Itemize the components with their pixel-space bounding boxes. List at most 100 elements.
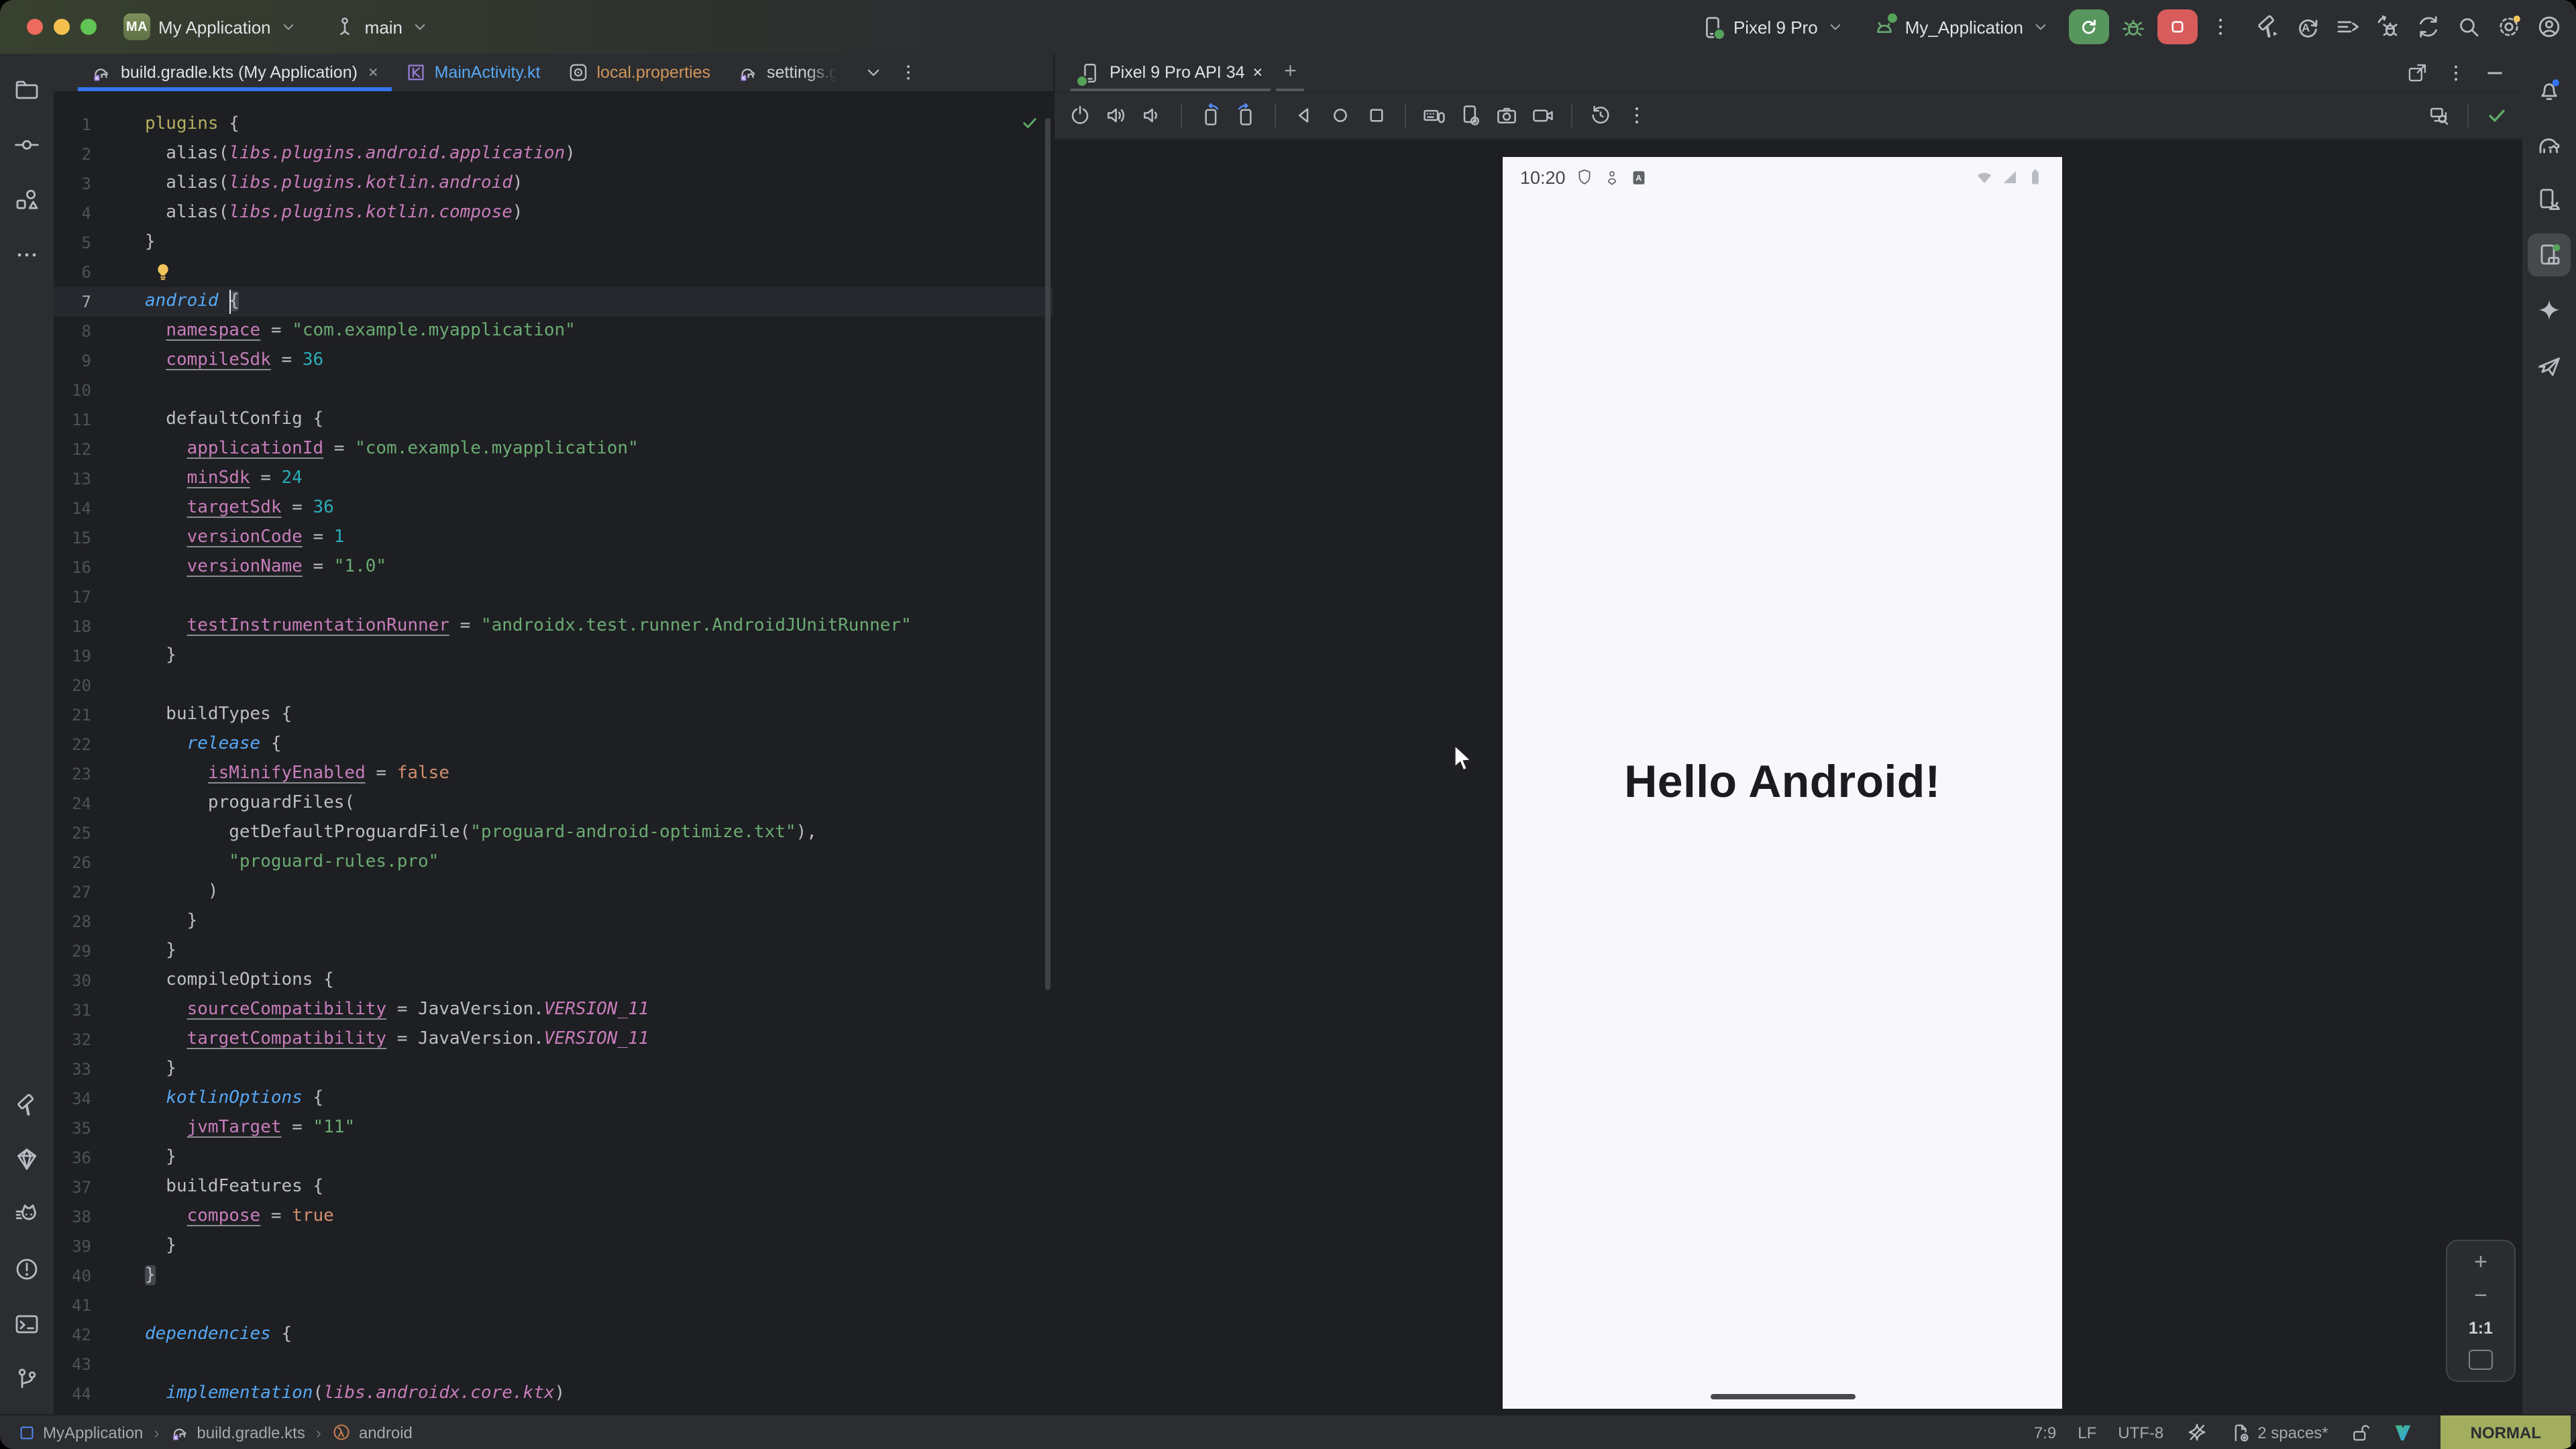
editor-scrollbar[interactable] (1045, 118, 1051, 990)
volume-up-icon[interactable] (1104, 103, 1128, 127)
attach-debugger-icon[interactable] (2375, 13, 2402, 40)
code-line-21[interactable]: 21 buildTypes { (54, 700, 1053, 730)
line-number[interactable]: 9 (54, 346, 113, 376)
rotate-left-icon[interactable] (1198, 103, 1222, 127)
code-line-37[interactable]: 37 buildFeatures { (54, 1173, 1053, 1202)
tool-window-button-build-hammer[interactable] (5, 1082, 48, 1125)
line-number[interactable]: 6 (54, 258, 113, 287)
zoom-in-button[interactable]: + (2474, 1252, 2487, 1273)
device-selector[interactable]: Pixel 9 Pro (1692, 10, 1853, 44)
line-number[interactable]: 3 (54, 169, 113, 199)
file-encoding[interactable]: UTF-8 (2118, 1423, 2163, 1442)
tool-window-button-project[interactable] (5, 68, 48, 111)
line-number[interactable]: 5 (54, 228, 113, 258)
tab-pixel-9-pro-api-34[interactable]: Pixel 9 Pro API 34 × (1068, 54, 1273, 91)
tool-window-button-device-manager[interactable] (2528, 178, 2571, 221)
code-line-25[interactable]: 25 getDefaultProguardFile("proguard-andr… (54, 818, 1053, 848)
breadcrumb-module[interactable]: MyApplication (17, 1423, 143, 1442)
tab-build-gradle-kts[interactable]: K build.gradle.kts (My Application) × (78, 54, 392, 91)
line-number[interactable]: 19 (54, 641, 113, 671)
code-line-6[interactable]: 6 (54, 258, 1053, 287)
more-actions-button[interactable] (2208, 15, 2233, 39)
line-number[interactable]: 10 (54, 376, 113, 405)
project-selector[interactable]: MA My Application (115, 9, 306, 44)
ui-check-icon[interactable] (2427, 103, 2451, 127)
code-line-10[interactable]: 10 (54, 376, 1053, 405)
hide-icon[interactable] (2483, 61, 2506, 84)
code-line-39[interactable]: 39 } (54, 1232, 1053, 1261)
reset-icon[interactable] (1589, 103, 1613, 127)
screenshot-icon[interactable] (1495, 103, 1519, 127)
code-line-23[interactable]: 23 isMinifyEnabled = false (54, 759, 1053, 789)
code-line-13[interactable]: 13 minSdk = 24 (54, 464, 1053, 494)
search-everywhere-icon[interactable] (2455, 13, 2482, 40)
line-number[interactable]: 36 (54, 1143, 113, 1173)
code-line-36[interactable]: 36 } (54, 1143, 1053, 1173)
home-icon[interactable] (1328, 103, 1352, 127)
tab-options-button[interactable] (898, 62, 919, 83)
close-window-button[interactable] (27, 19, 43, 35)
code-line-38[interactable]: 38 compose = true (54, 1202, 1053, 1232)
show-hidden-tabs-button[interactable] (863, 62, 884, 83)
more-v-icon[interactable] (2445, 61, 2467, 84)
line-number[interactable]: 42 (54, 1320, 113, 1350)
line-number[interactable]: 4 (54, 199, 113, 228)
zoom-out-button[interactable]: − (2474, 1285, 2487, 1307)
line-number[interactable]: 39 (54, 1232, 113, 1261)
tab-local-properties[interactable]: local.properties (554, 54, 724, 91)
line-number[interactable]: 13 (54, 464, 113, 494)
navigation-handle[interactable] (1710, 1393, 1855, 1399)
apply-code-changes-icon[interactable] (2334, 13, 2361, 40)
rotate-right-icon[interactable] (1234, 103, 1258, 127)
line-number[interactable]: 16 (54, 553, 113, 582)
settings-icon[interactable] (2496, 13, 2522, 40)
tool-window-button-gradle[interactable] (2528, 123, 2571, 166)
code-line-18[interactable]: 18 testInstrumentationRunner = "androidx… (54, 612, 1053, 641)
code-line-34[interactable]: 34 kotlinOptions { (54, 1084, 1053, 1114)
close-tab-icon[interactable]: × (1253, 63, 1263, 82)
code-line-19[interactable]: 19 } (54, 641, 1053, 671)
hardware-input-icon[interactable] (1422, 103, 1446, 127)
zoom-window-button[interactable] (80, 19, 97, 35)
tool-window-button-more[interactable] (5, 233, 48, 276)
code-line-42[interactable]: 42dependencies { (54, 1320, 1053, 1350)
code-line-35[interactable]: 35 jvmTarget = "11" (54, 1114, 1053, 1143)
caret-position[interactable]: 7:9 (2034, 1423, 2056, 1442)
line-number[interactable]: 20 (54, 671, 113, 700)
code-line-7[interactable]: 7android { (54, 287, 1053, 317)
line-separator[interactable]: LF (2078, 1423, 2096, 1442)
indent-setting[interactable]: 2 spaces* (2229, 1421, 2328, 1443)
line-number[interactable]: 44 (54, 1379, 113, 1409)
emulator-screen[interactable]: 10:20 A Hello Android! (1503, 157, 2062, 1409)
code-line-44[interactable]: 44 implementation(libs.androidx.core.ktx… (54, 1379, 1053, 1409)
screen-record-icon[interactable] (1531, 103, 1555, 127)
code-line-26[interactable]: 26 "proguard-rules.pro" (54, 848, 1053, 877)
line-number[interactable]: 34 (54, 1084, 113, 1114)
line-number[interactable]: 15 (54, 523, 113, 553)
line-number[interactable]: 1 (54, 110, 113, 140)
tool-window-button-app-quality-insights[interactable] (5, 1137, 48, 1180)
fit-to-screen-button[interactable] (2469, 1350, 2493, 1370)
line-number[interactable]: 38 (54, 1202, 113, 1232)
code-line-1[interactable]: 1plugins { (54, 110, 1053, 140)
zoom-ratio-button[interactable]: 1:1 (2469, 1319, 2493, 1338)
code-editor[interactable]: 1plugins {2 alias(libs.plugins.android.a… (54, 91, 1053, 1414)
line-number[interactable]: 35 (54, 1114, 113, 1143)
code-line-8[interactable]: 8 namespace = "com.example.myapplication… (54, 317, 1053, 346)
code-line-33[interactable]: 33 } (54, 1055, 1053, 1084)
code-line-43[interactable]: 43 (54, 1350, 1053, 1379)
breadcrumb-file[interactable]: K build.gradle.kts (170, 1422, 305, 1442)
tool-window-button-airplane[interactable] (2528, 343, 2571, 386)
tool-window-button-commit[interactable] (5, 123, 48, 166)
tab-settings-gradle[interactable]: K settings.g (724, 54, 852, 91)
code-line-22[interactable]: 22 release { (54, 730, 1053, 759)
code-line-29[interactable]: 29 } (54, 936, 1053, 966)
line-number[interactable]: 12 (54, 435, 113, 464)
line-number[interactable]: 7 (54, 287, 113, 317)
line-number[interactable]: 41 (54, 1291, 113, 1320)
line-number[interactable]: 29 (54, 936, 113, 966)
code-line-40[interactable]: 40} (54, 1261, 1053, 1291)
line-number[interactable]: 22 (54, 730, 113, 759)
code-line-41[interactable]: 41 (54, 1291, 1053, 1320)
code-line-15[interactable]: 15 versionCode = 1 (54, 523, 1053, 553)
